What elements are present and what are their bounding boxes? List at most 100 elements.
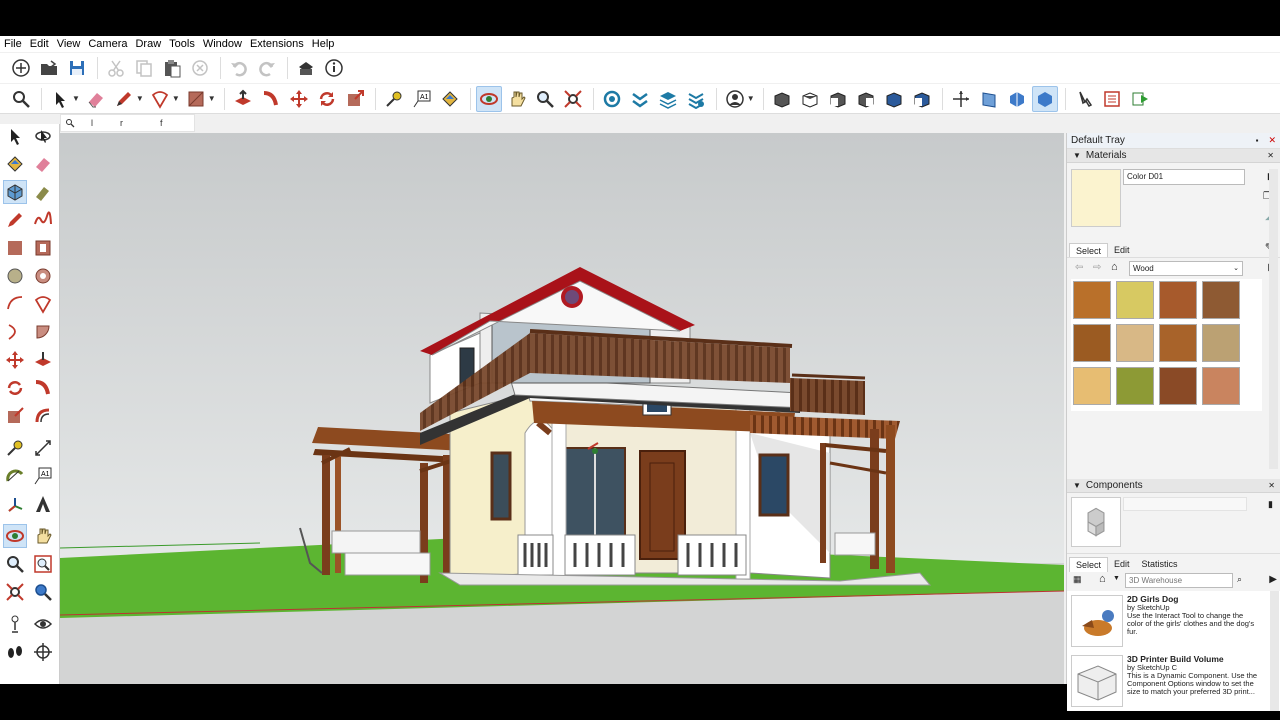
material-swatch[interactable] bbox=[1116, 367, 1154, 405]
paste-button[interactable] bbox=[159, 55, 185, 81]
eraser-tool[interactable] bbox=[31, 152, 55, 176]
pencil-tool-button[interactable] bbox=[111, 86, 137, 112]
material-swatch[interactable] bbox=[1159, 324, 1197, 362]
menu-tools[interactable]: Tools bbox=[169, 38, 195, 50]
material-swatch[interactable] bbox=[1202, 281, 1240, 319]
rotated-rectangle-tool[interactable] bbox=[31, 236, 55, 260]
display-sections-button[interactable] bbox=[1031, 85, 1058, 112]
right-view-button[interactable] bbox=[853, 86, 879, 112]
components-tab-edit[interactable]: Edit bbox=[1108, 557, 1136, 572]
copy-button[interactable] bbox=[131, 55, 157, 81]
text-tool[interactable]: A1 bbox=[31, 464, 55, 488]
offset-tool[interactable] bbox=[31, 404, 55, 428]
material-swatch[interactable] bbox=[1159, 281, 1197, 319]
details-arrow-icon[interactable]: ▶ bbox=[1269, 574, 1277, 585]
eraser-tool-button[interactable] bbox=[83, 86, 109, 112]
material-swatch[interactable] bbox=[1073, 367, 1111, 405]
layout-button[interactable] bbox=[655, 86, 681, 112]
section-plane-tool[interactable] bbox=[31, 640, 55, 664]
zoom-extents-tool-button[interactable] bbox=[560, 86, 586, 112]
material-swatch[interactable] bbox=[1116, 281, 1154, 319]
extension-manager-button[interactable] bbox=[683, 86, 709, 112]
arc-tool[interactable] bbox=[3, 292, 27, 316]
extension-warehouse-button[interactable] bbox=[627, 86, 653, 112]
pin-icon[interactable]: ▪ bbox=[1256, 136, 1259, 145]
menu-edit[interactable]: Edit bbox=[30, 38, 49, 50]
orbit-tool[interactable] bbox=[3, 524, 27, 548]
back-view-button[interactable] bbox=[881, 86, 907, 112]
orbit-tool-button[interactable] bbox=[475, 85, 502, 112]
cut-button[interactable] bbox=[103, 55, 129, 81]
top-view-button[interactable] bbox=[797, 86, 823, 112]
chevron-down-icon[interactable]: ▼ bbox=[747, 94, 755, 103]
menu-help[interactable]: Help bbox=[312, 38, 335, 50]
arc-tool-button[interactable] bbox=[147, 86, 173, 112]
walk-tool[interactable] bbox=[3, 640, 27, 664]
interact-button[interactable] bbox=[1071, 86, 1097, 112]
chevron-down-icon[interactable]: ▼ bbox=[72, 94, 80, 103]
close-icon[interactable]: ✕ bbox=[1268, 135, 1276, 146]
zoom-window-tool[interactable] bbox=[31, 552, 55, 576]
current-material-swatch[interactable] bbox=[1071, 169, 1121, 227]
menu-extensions[interactable]: Extensions bbox=[250, 38, 304, 50]
chevron-down-icon[interactable]: ▼ bbox=[1113, 575, 1120, 582]
lasso-select-tool[interactable] bbox=[31, 124, 55, 148]
material-library-select[interactable]: Wood ⌄ bbox=[1129, 261, 1243, 276]
push-pull-tool-button[interactable] bbox=[230, 86, 256, 112]
menu-file[interactable]: File bbox=[4, 38, 22, 50]
three-point-arc-tool[interactable] bbox=[3, 320, 27, 344]
tape-measure-tool-button[interactable] bbox=[381, 86, 407, 112]
save-button[interactable] bbox=[64, 55, 90, 81]
menu-draw[interactable]: Draw bbox=[135, 38, 161, 50]
search-button[interactable] bbox=[8, 86, 34, 112]
redo-button[interactable] bbox=[254, 55, 280, 81]
3d-text-tool[interactable] bbox=[31, 492, 55, 516]
material-name-field[interactable]: Color D01 bbox=[1123, 169, 1245, 185]
section-cut-button[interactable] bbox=[1004, 86, 1030, 112]
iso-view-button[interactable] bbox=[769, 86, 795, 112]
make-component-tool[interactable] bbox=[3, 180, 27, 204]
protractor-tool[interactable] bbox=[3, 464, 27, 488]
zoom-tool[interactable] bbox=[3, 552, 27, 576]
paint-tool[interactable] bbox=[3, 152, 27, 176]
push-pull-tool[interactable] bbox=[31, 348, 55, 372]
rectangle-tool[interactable] bbox=[3, 236, 27, 260]
save-component-icon[interactable]: ▮ bbox=[1268, 499, 1273, 510]
dimension-tool[interactable] bbox=[31, 436, 55, 460]
forward-arrow-icon[interactable]: ⇨ bbox=[1093, 262, 1101, 273]
back-arrow-icon[interactable]: ⇦ bbox=[1075, 262, 1083, 273]
search-icon[interactable]: ⌕ bbox=[1237, 574, 1242, 585]
section-plane-button[interactable] bbox=[976, 86, 1002, 112]
material-swatch[interactable] bbox=[1073, 324, 1111, 362]
axes-tool[interactable] bbox=[3, 492, 27, 516]
close-icon[interactable]: ✕ bbox=[1268, 481, 1275, 490]
material-swatch[interactable] bbox=[1116, 324, 1154, 362]
undo-button[interactable] bbox=[226, 55, 252, 81]
two-point-arc-tool[interactable] bbox=[31, 292, 55, 316]
paint-bucket-tool-button[interactable] bbox=[437, 86, 463, 112]
open-button[interactable] bbox=[36, 55, 62, 81]
pan-tool[interactable] bbox=[31, 524, 55, 548]
component-options-button[interactable] bbox=[1099, 86, 1125, 112]
left-view-button[interactable] bbox=[909, 86, 935, 112]
warehouse-button[interactable] bbox=[599, 86, 625, 112]
home-icon[interactable]: ⌂ bbox=[1099, 573, 1106, 585]
materials-tab-edit[interactable]: Edit bbox=[1108, 243, 1136, 258]
chevron-down-icon[interactable]: ▼ bbox=[208, 94, 216, 103]
look-around-tool[interactable] bbox=[31, 612, 55, 636]
account-button[interactable] bbox=[722, 86, 748, 112]
move-tool-button[interactable] bbox=[286, 86, 312, 112]
component-attributes-button[interactable] bbox=[1127, 86, 1153, 112]
chevron-down-icon[interactable]: ▼ bbox=[136, 94, 144, 103]
components-tab-select[interactable]: Select bbox=[1069, 557, 1109, 572]
scale-tool[interactable] bbox=[3, 404, 27, 428]
materials-tab-select[interactable]: Select bbox=[1069, 243, 1109, 258]
material-swatch[interactable] bbox=[1202, 367, 1240, 405]
tray-scrollbar[interactable] bbox=[1269, 169, 1278, 469]
pan-tool-button[interactable] bbox=[504, 86, 530, 112]
move-tool[interactable] bbox=[3, 348, 27, 372]
rotate-tool-button[interactable] bbox=[314, 86, 340, 112]
position-camera-tool[interactable] bbox=[3, 612, 27, 636]
print-button[interactable] bbox=[293, 55, 319, 81]
components-tab-statistics[interactable]: Statistics bbox=[1136, 557, 1184, 572]
